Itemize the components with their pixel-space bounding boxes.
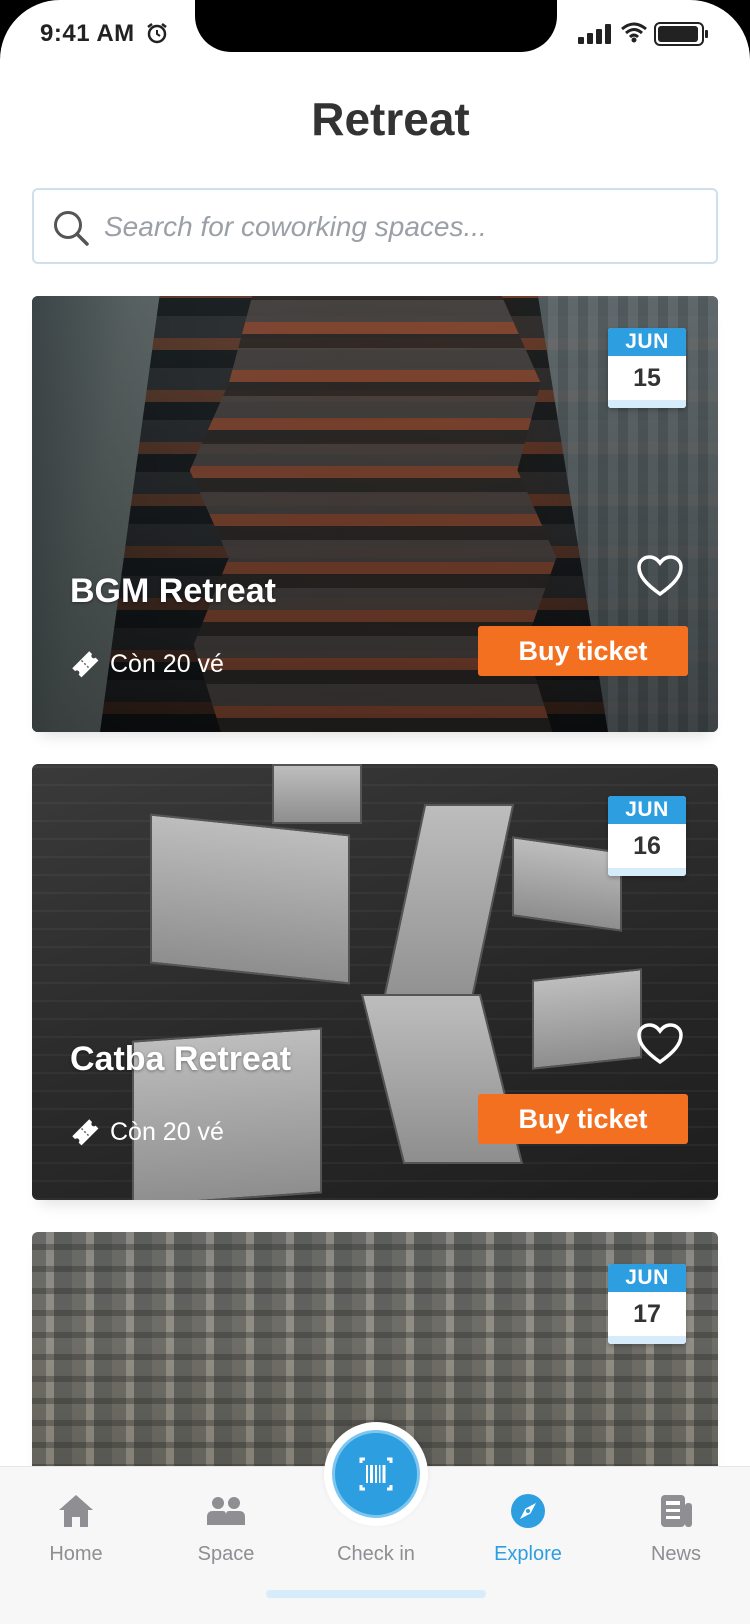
status-time: 9:41 AM (40, 20, 135, 47)
tab-home[interactable]: Home (16, 1489, 136, 1579)
ticket-availability: Còn 20 vé (70, 1114, 224, 1150)
tab-label: Explore (494, 1543, 562, 1565)
home-icon (59, 1495, 93, 1527)
wifi-icon (621, 22, 647, 43)
compass-icon (511, 1494, 545, 1528)
heart-icon[interactable] (636, 1022, 684, 1066)
ticket-count: Còn 20 vé (110, 649, 224, 678)
date-day: 16 (633, 832, 661, 860)
signal-icon (578, 24, 611, 44)
date-badge: JUN 17 (608, 1264, 686, 1344)
alarm-icon (147, 23, 167, 44)
status-bar: 9:41 AM (0, 0, 750, 90)
date-month: JUN (608, 796, 686, 824)
news-icon (661, 1495, 692, 1527)
ticket-icon (72, 1119, 99, 1146)
date-month: JUN (608, 328, 686, 356)
home-indicator (266, 1590, 486, 1598)
tab-label: Home (49, 1543, 103, 1565)
event-title: BGM Retreat (70, 572, 276, 610)
battery-icon (654, 22, 708, 46)
date-day: 15 (633, 364, 661, 392)
ticket-availability: Còn 20 vé (70, 646, 224, 682)
date-badge: JUN 16 (608, 796, 686, 876)
tab-label: News (650, 1543, 701, 1565)
ticket-count: Còn 20 vé (110, 1117, 224, 1146)
tab-space[interactable]: Space (166, 1489, 286, 1579)
event-title: Catba Retreat (70, 1040, 292, 1078)
tab-label: Space (197, 1543, 255, 1565)
event-card[interactable]: JUN 16 Catba Retreat Còn 20 vé Buy ticke… (32, 764, 718, 1200)
page-title: Retreat (311, 93, 470, 145)
check-in-button[interactable] (332, 1430, 420, 1518)
ticket-icon (72, 651, 99, 678)
search-icon (54, 211, 89, 246)
search-input[interactable] (104, 200, 694, 254)
date-day: 17 (633, 1300, 661, 1328)
tab-label: Check in (337, 1543, 415, 1565)
buy-ticket-button[interactable]: Buy ticket (478, 1094, 688, 1144)
heart-icon[interactable] (636, 554, 684, 598)
date-month: JUN (608, 1264, 686, 1292)
barcode-scan-icon (359, 1457, 393, 1491)
people-icon (207, 1497, 245, 1525)
search-bar[interactable] (32, 188, 718, 264)
tab-news[interactable]: News (616, 1489, 736, 1579)
notch (195, 0, 557, 52)
tab-explore[interactable]: Explore (468, 1489, 588, 1579)
buy-ticket-button[interactable]: Buy ticket (478, 626, 688, 676)
event-card[interactable]: JUN 15 BGM Retreat Còn 20 vé Buy ticket (32, 296, 718, 732)
date-badge: JUN 15 (608, 328, 686, 408)
